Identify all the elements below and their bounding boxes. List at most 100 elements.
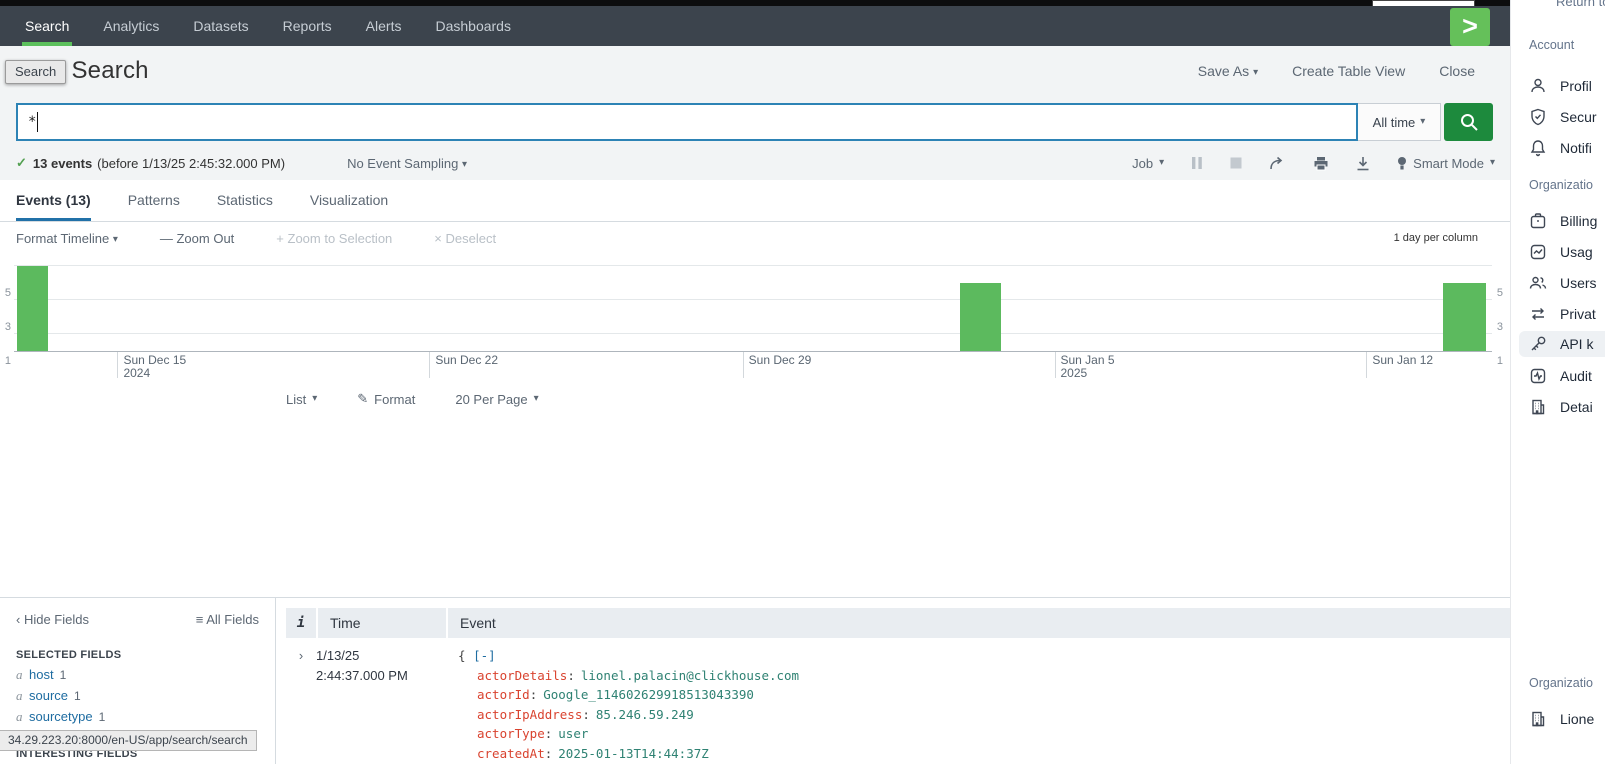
x-tick-label: Sun Dec 22 [435, 354, 498, 367]
create-table-view-button[interactable]: Create Table View [1292, 63, 1405, 79]
json-value[interactable]: Google_114602629918513043390 [543, 687, 754, 702]
search-mode-dropdown[interactable]: Smart Mode ▾ [1397, 156, 1495, 171]
time-range-picker[interactable]: All time ▾ [1358, 103, 1441, 141]
sidebar-item-billing[interactable]: Billing [1529, 208, 1597, 234]
x-tick-mark [743, 352, 744, 378]
nav-item-reports[interactable]: Reports [266, 6, 349, 46]
tab-patterns[interactable]: Patterns [128, 180, 180, 221]
zoom-to-selection-button[interactable]: + Zoom to Selection [276, 231, 392, 246]
list-icon: ≡ [196, 612, 204, 627]
splunk-logo-icon[interactable]: > [1450, 8, 1490, 46]
search-submit-button[interactable] [1444, 103, 1493, 141]
timeline-toolbar: Format Timeline ▾ — Zoom Out + Zoom to S… [0, 222, 1510, 254]
sidebar-item-users[interactable]: Users [1529, 270, 1597, 296]
sidebar-item-security[interactable]: Secur [1529, 104, 1597, 130]
per-page-dropdown[interactable]: 20 Per Page ▾ [455, 392, 538, 407]
nav-item-search[interactable]: Search [8, 6, 86, 46]
sidebar-item-profile[interactable]: Profil [1529, 73, 1592, 99]
format-button[interactable]: ✎ Format [357, 391, 415, 407]
nav-item-dashboards[interactable]: Dashboards [418, 6, 528, 46]
field-source[interactable]: asource1 [16, 689, 259, 703]
nav-item-alerts[interactable]: Alerts [349, 6, 419, 46]
close-button[interactable]: Close [1439, 63, 1475, 79]
events-list: i Time Event › 1/13/25 2:44:37.000 PM { … [276, 598, 1510, 764]
chevron-down-icon: ▾ [113, 234, 118, 245]
job-menu-button[interactable]: Job ▾ [1132, 156, 1164, 171]
json-key[interactable]: actorId [477, 687, 537, 702]
sidebar-item-usage[interactable]: Usag [1529, 239, 1593, 265]
tab-statistics[interactable]: Statistics [217, 180, 273, 221]
timeline-bar[interactable] [1443, 283, 1486, 351]
key-icon [1529, 335, 1547, 353]
export-button[interactable] [1356, 156, 1370, 171]
field-count: 1 [74, 689, 81, 703]
json-value[interactable]: lionel.palacin@clickhouse.com [581, 668, 799, 683]
json-key[interactable]: createdAt [477, 746, 552, 761]
json-key[interactable]: actorIpAddress [477, 707, 590, 722]
tab-events[interactable]: Events (13) [16, 180, 91, 221]
header-actions: Save As ▾ Create Table View Close [1198, 63, 1475, 79]
event-sampling-dropdown[interactable]: No Event Sampling ▾ [347, 156, 467, 171]
sidebar-item-label: Profil [1560, 78, 1592, 94]
search-input[interactable]: * [16, 103, 1358, 141]
chevron-down-icon: ▾ [462, 159, 467, 170]
event-sampling-label: No Event Sampling [347, 156, 458, 171]
sidebar-item-label: Privat [1560, 306, 1596, 322]
sidebar-item-notifications[interactable]: Notifi [1529, 135, 1592, 161]
x-tick-mark [1366, 352, 1367, 378]
pause-button[interactable] [1191, 156, 1203, 170]
nav-item-datasets[interactable]: Datasets [176, 6, 265, 46]
json-value[interactable]: user [558, 726, 588, 741]
tab-visualization[interactable]: Visualization [310, 180, 388, 221]
results-display-bar: List ▾ ✎ Format 20 Per Page ▾ [0, 382, 1510, 416]
results-panel: Events (13) Patterns Statistics Visualiz… [0, 180, 1510, 764]
wallet-icon [1529, 212, 1547, 230]
nav-item-analytics[interactable]: Analytics [86, 6, 176, 46]
account-section-title: Account [1529, 38, 1574, 52]
share-button[interactable] [1269, 156, 1286, 171]
json-value[interactable]: 2025-01-13T14:44:37Z [558, 746, 709, 761]
events-table-header: i Time Event [286, 608, 1510, 638]
field-sourcetype[interactable]: asourcetype1 [16, 710, 259, 724]
event-json: { [-] actorDetailslionel.palacin@clickho… [458, 646, 1510, 764]
sidebar-item-label: Audit [1560, 368, 1592, 384]
event-date: 1/13/25 [316, 646, 446, 666]
list-view-label: List [286, 392, 306, 407]
sidebar-item-audit[interactable]: Audit [1529, 363, 1592, 389]
stop-button[interactable] [1230, 157, 1242, 169]
field-host[interactable]: ahost1 [16, 668, 259, 682]
deselect-button[interactable]: × Deselect [434, 231, 496, 246]
sidebar-item-private-endpoints[interactable]: Privat [1529, 301, 1596, 327]
arrows-swap-icon [1529, 305, 1547, 323]
y-axis-label-right: 1 [1497, 355, 1503, 367]
hide-fields-button[interactable]: ‹ Hide Fields [16, 612, 89, 627]
print-button[interactable] [1313, 156, 1329, 171]
json-key[interactable]: actorType [477, 726, 552, 741]
field-type-string-icon: a [16, 689, 29, 703]
return-to-link[interactable]: Return to [1556, 0, 1605, 9]
event-count: 13 events [33, 156, 92, 171]
json-key[interactable]: actorDetails [477, 668, 575, 683]
y-gridline [14, 333, 1492, 334]
timeline-bar[interactable] [960, 283, 1001, 351]
timeline-bar[interactable] [17, 266, 48, 351]
sidebar-item-details[interactable]: Detai [1529, 394, 1593, 420]
save-as-button[interactable]: Save As ▾ [1198, 63, 1258, 79]
json-collapse-link[interactable]: [-] [473, 648, 496, 663]
col-header-event: Event [448, 608, 1510, 638]
list-view-dropdown[interactable]: List ▾ [286, 392, 317, 407]
x-tick-label: Sun Dec 29 [749, 354, 812, 367]
sidebar-item-organization-lionel[interactable]: Lione [1529, 706, 1594, 732]
timeline-plot[interactable] [14, 258, 1492, 352]
pencil-icon: ✎ [357, 391, 368, 407]
export-icon [1356, 156, 1370, 171]
json-value[interactable]: 85.246.59.249 [596, 707, 694, 722]
chevron-down-icon: ▾ [1420, 116, 1425, 127]
all-fields-button[interactable]: ≡ All Fields [196, 612, 259, 627]
expand-event-chevron[interactable]: › [286, 646, 316, 764]
sidebar-item-api-keys[interactable]: API k [1519, 331, 1605, 357]
people-icon [1529, 274, 1547, 292]
zoom-out-button[interactable]: — Zoom Out [160, 231, 234, 246]
format-timeline-dropdown[interactable]: Format Timeline ▾ [16, 231, 118, 246]
pulse-icon [1529, 367, 1547, 385]
